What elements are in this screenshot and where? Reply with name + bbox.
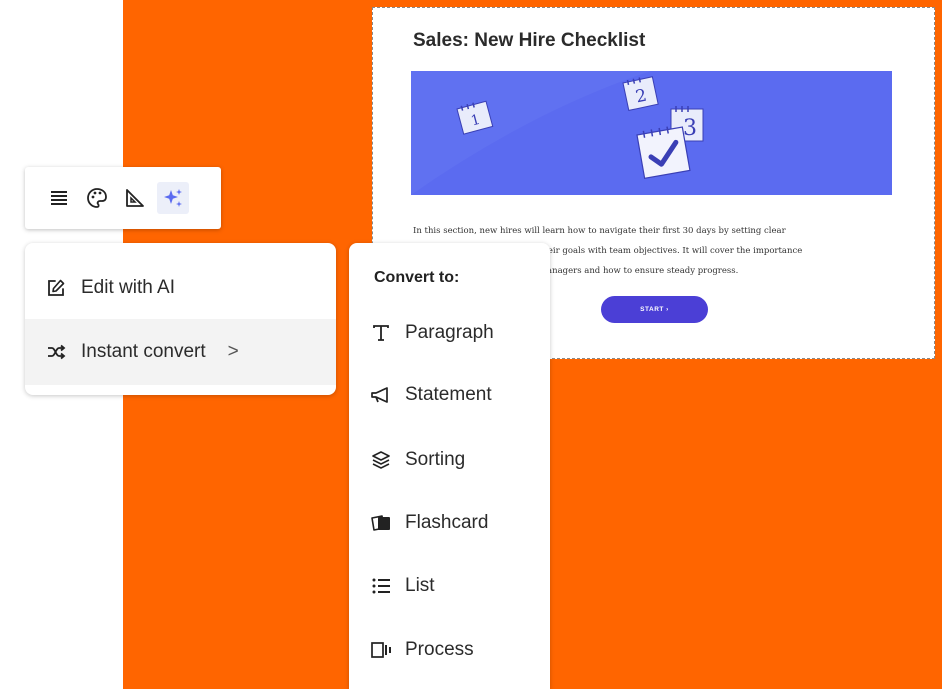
convert-flashcard-label: Flashcard — [405, 512, 489, 533]
convert-sorting-item[interactable]: Sorting — [369, 444, 465, 476]
text-t-icon — [369, 321, 393, 345]
align-icon — [51, 191, 67, 205]
ruler-button[interactable] — [119, 182, 151, 214]
layers-icon — [369, 448, 393, 472]
list-icon — [369, 574, 393, 598]
convert-process-label: Process — [405, 639, 474, 660]
instant-convert-item[interactable]: Instant convert > — [25, 319, 336, 385]
ai-menu: Edit with AI Instant convert > — [25, 243, 336, 395]
palette-icon — [87, 188, 107, 208]
convert-menu: Convert to: Paragraph Statement Sorting — [349, 243, 550, 689]
checklist-banner: 1 2 3 — [411, 71, 892, 195]
start-button[interactable]: START › — [601, 296, 708, 323]
flashcard-icon — [369, 511, 393, 535]
ruler-triangle-icon — [126, 189, 144, 207]
instant-convert-label: Instant convert — [81, 341, 206, 362]
sparkle-icon — [164, 189, 182, 207]
card-body-line: In this section, new hires will learn ho… — [413, 226, 786, 236]
align-button[interactable] — [43, 182, 75, 214]
ai-sparkle-button[interactable] — [157, 182, 189, 214]
banner-number-3: 3 — [683, 116, 697, 141]
convert-list-item[interactable]: List — [369, 570, 435, 602]
shuffle-icon — [45, 341, 67, 363]
process-icon — [369, 638, 393, 662]
card-title: Sales: New Hire Checklist — [413, 30, 646, 51]
convert-process-item[interactable]: Process — [369, 634, 474, 666]
convert-heading: Convert to: — [374, 269, 460, 286]
convert-statement-label: Statement — [405, 384, 492, 405]
convert-flashcard-item[interactable]: Flashcard — [369, 507, 488, 539]
megaphone-icon — [369, 383, 393, 407]
convert-paragraph-item[interactable]: Paragraph — [369, 317, 494, 349]
palette-button[interactable] — [81, 182, 113, 214]
edit-with-ai-item[interactable]: Edit with AI — [25, 255, 336, 321]
chevron-right-icon: > — [227, 341, 239, 362]
convert-sorting-label: Sorting — [405, 449, 466, 470]
convert-paragraph-label: Paragraph — [405, 322, 494, 343]
edit-with-ai-label: Edit with AI — [81, 277, 175, 298]
block-toolbar — [25, 167, 221, 229]
edit-pencil-icon — [45, 277, 67, 299]
convert-statement-item[interactable]: Statement — [369, 379, 492, 411]
convert-list-label: List — [405, 575, 435, 596]
